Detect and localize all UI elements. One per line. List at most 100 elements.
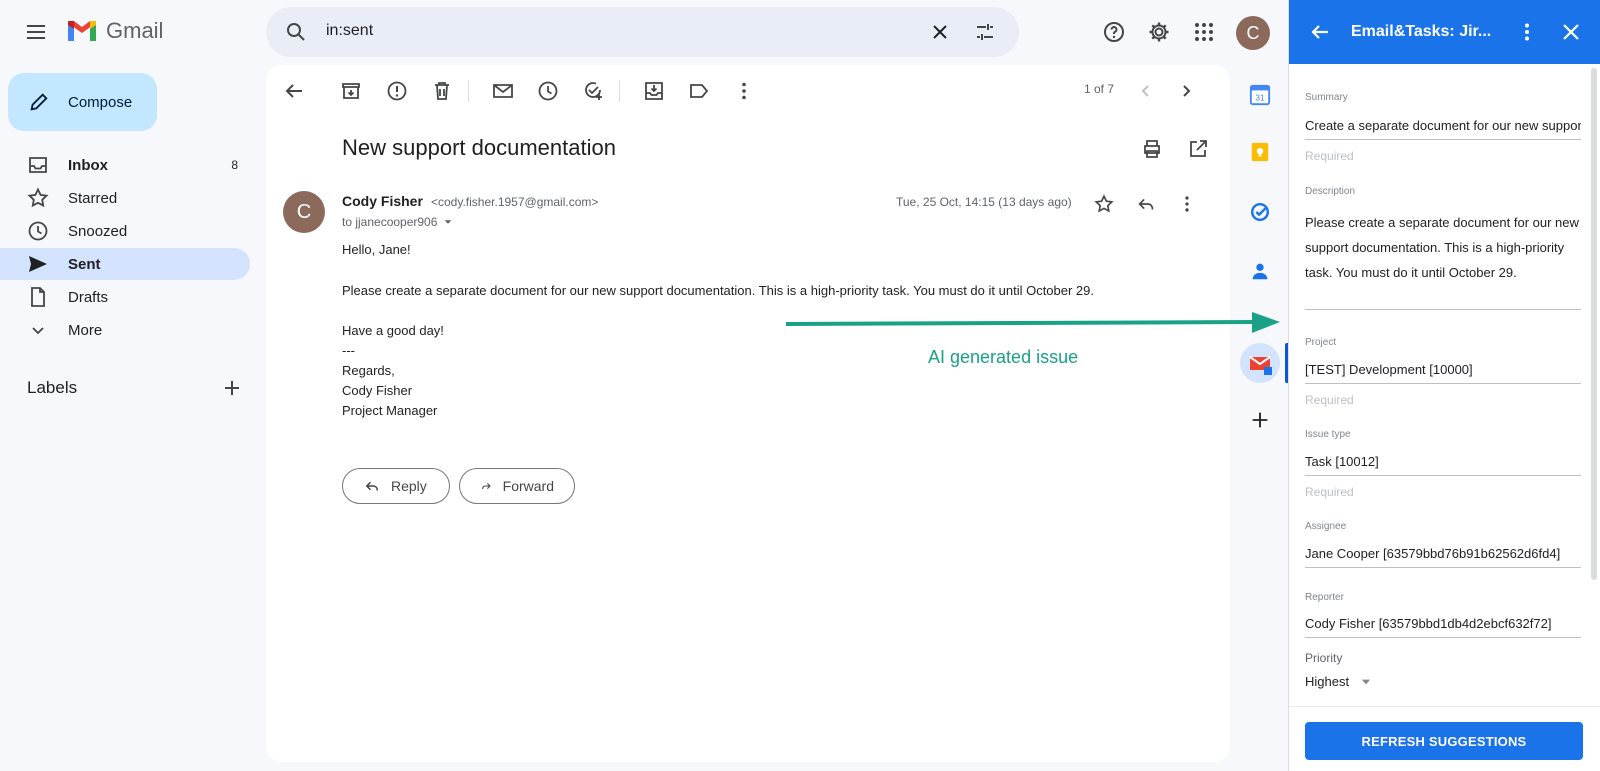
body-line: Cody Fisher [342, 383, 413, 398]
sidebar-item-sent[interactable]: Sent [0, 248, 250, 280]
pagination-text: 1 of 7 [1084, 82, 1115, 96]
reporter-field[interactable]: Cody Fisher [63579bbd1db4d2ebcf632f72] [1305, 616, 1581, 638]
account-avatar[interactable]: C [1236, 16, 1270, 50]
more-vert-icon[interactable] [1515, 20, 1539, 44]
reply-button[interactable]: Reply [342, 468, 450, 504]
sidebar-item-snoozed[interactable]: Snoozed [0, 215, 250, 247]
addon-side-panel: Email&Tasks: Jir... Summary Create a sep… [1288, 0, 1600, 771]
summary-required-hint: Required [1305, 149, 1354, 163]
delete-icon[interactable] [430, 79, 454, 103]
labels-heading: Labels [27, 378, 78, 397]
priority-label: Priority [1305, 651, 1343, 665]
body-line: Hello, Jane! [342, 242, 411, 257]
get-addons-plus-icon[interactable] [1244, 404, 1276, 436]
body-line: --- [342, 343, 355, 358]
email-subject: New support documentation [342, 135, 616, 160]
caret-down-icon[interactable] [441, 215, 455, 229]
panel-scrollbar[interactable] [1591, 68, 1597, 580]
description-label: Description [1305, 186, 1356, 197]
sender-email: <cody.fisher.1957@gmail.com> [431, 195, 599, 209]
mark-unread-icon[interactable] [491, 79, 515, 103]
body-line: Regards, [342, 363, 395, 378]
body-line: Have a good day! [342, 323, 444, 338]
panel-header: Email&Tasks: Jir... [1289, 0, 1600, 64]
tasks-icon[interactable] [1244, 196, 1276, 228]
print-icon[interactable] [1140, 137, 1164, 161]
newer-chevron-icon[interactable] [1134, 79, 1158, 103]
sidebar-item-label: Sent [68, 255, 101, 273]
snooze-clock-icon[interactable] [536, 79, 560, 103]
issue-type-label: Issue type [1305, 429, 1351, 440]
sidebar-item-label: Starred [68, 189, 118, 207]
pencil-icon [30, 93, 48, 111]
compose-button[interactable]: Compose [8, 73, 157, 131]
search-bar[interactable]: in:sent [266, 7, 1019, 57]
more-vert-icon[interactable] [732, 79, 756, 103]
back-arrow-icon[interactable] [1308, 20, 1332, 44]
report-spam-icon[interactable] [385, 79, 409, 103]
assignee-label: Assignee [1305, 521, 1347, 532]
sender-name[interactable]: Cody Fisher [342, 193, 423, 209]
body-line: Project Manager [342, 403, 438, 418]
email-tasks-addon-icon[interactable] [1240, 343, 1280, 383]
sidebar-item-inbox[interactable]: Inbox 8 [0, 149, 250, 181]
add-task-icon[interactable] [581, 79, 605, 103]
search-options-icon[interactable] [973, 20, 997, 44]
archive-icon[interactable] [339, 79, 363, 103]
send-icon [29, 256, 47, 272]
gmail-logo[interactable]: Gmail [66, 18, 163, 44]
gmail-m-icon [68, 21, 96, 41]
clear-search-icon[interactable] [928, 20, 952, 44]
project-required-hint: Required [1305, 393, 1354, 407]
refresh-suggestions-button[interactable]: REFRESH SUGGESTIONS [1305, 722, 1583, 760]
back-arrow-icon[interactable] [282, 79, 306, 103]
summary-field[interactable]: Create a separate document for our new s… [1305, 118, 1581, 140]
project-field[interactable]: [TEST] Development [10000] [1305, 362, 1581, 384]
priority-dropdown[interactable]: Highest [1305, 674, 1373, 689]
search-input[interactable]: in:sent [326, 22, 373, 40]
older-chevron-icon[interactable] [1174, 79, 1198, 103]
label-tag-icon[interactable] [687, 79, 711, 103]
main-menu-button[interactable] [24, 20, 48, 44]
summary-label: Summary [1305, 92, 1348, 103]
recipient-text: to jjanecooper906 [342, 215, 438, 229]
search-icon[interactable] [284, 20, 308, 44]
reporter-label: Reporter [1305, 592, 1344, 603]
calendar-icon[interactable]: 31 [1244, 79, 1276, 111]
sender-avatar[interactable]: C [283, 191, 325, 233]
sidebar-item-starred[interactable]: Starred [0, 182, 250, 214]
svg-text:31: 31 [1255, 94, 1265, 103]
priority-value: Highest [1305, 674, 1350, 689]
issue-type-field[interactable]: Task [10012] [1305, 454, 1581, 476]
apps-grid-icon[interactable] [1192, 20, 1216, 44]
compose-label: Compose [68, 93, 133, 111]
help-icon[interactable] [1102, 20, 1126, 44]
close-icon[interactable] [1559, 20, 1583, 44]
contacts-icon[interactable] [1244, 255, 1276, 287]
reply-icon[interactable] [1135, 193, 1157, 215]
panel-title: Email&Tasks: Jir... [1351, 23, 1492, 40]
description-field[interactable]: Please create a separate document for ou… [1305, 210, 1581, 310]
dropdown-caret-icon [1361, 679, 1371, 684]
sidebar-item-label: Inbox [68, 156, 108, 174]
inbox-count: 8 [231, 158, 238, 172]
move-to-icon[interactable] [642, 79, 666, 103]
forward-icon [482, 482, 491, 490]
forward-label: Forward [502, 478, 554, 494]
open-new-window-icon[interactable] [1186, 137, 1210, 161]
assignee-field[interactable]: Jane Cooper [63579bbd76b91b62562d6fd4] [1305, 546, 1581, 568]
forward-button[interactable]: Forward [459, 468, 575, 504]
toolbar-divider [619, 80, 620, 102]
star-icon[interactable] [1093, 193, 1115, 215]
keep-icon[interactable] [1244, 136, 1276, 168]
add-label-button[interactable] [220, 376, 244, 400]
annotation-arrow [786, 312, 1280, 333]
sidebar-item-more[interactable]: More [0, 314, 250, 346]
inbox-icon [29, 157, 47, 173]
sidebar-item-drafts[interactable]: Drafts [0, 281, 250, 313]
body-line: Please create a separate document for ou… [342, 283, 1095, 298]
settings-gear-icon[interactable] [1147, 20, 1171, 44]
panel-footer-divider [1289, 706, 1600, 707]
more-vert-icon[interactable] [1176, 193, 1198, 215]
recipient-line[interactable]: to jjanecooper906 [342, 215, 455, 229]
